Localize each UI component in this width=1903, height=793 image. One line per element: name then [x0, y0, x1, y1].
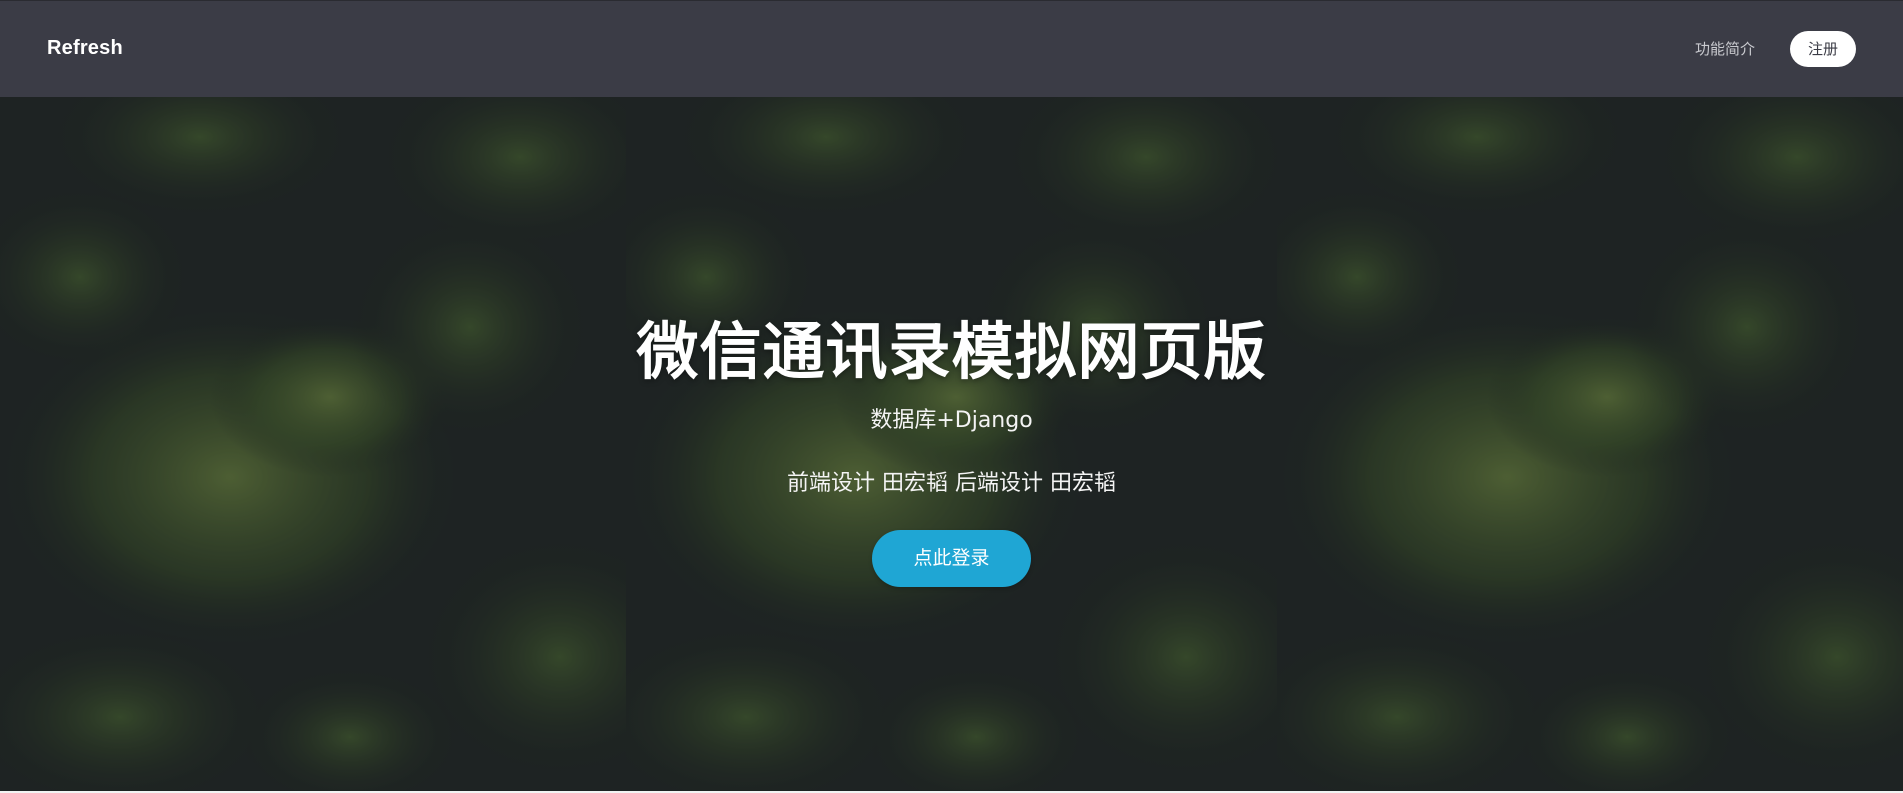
- page: Refresh 功能简介 注册 微信通讯录模拟网页版 数据库+Django 前端…: [0, 0, 1903, 793]
- brand-logo[interactable]: Refresh: [47, 37, 123, 60]
- signup-button[interactable]: 注册: [1790, 31, 1856, 67]
- nav-link-features[interactable]: 功能简介: [1695, 38, 1755, 59]
- login-button[interactable]: 点此登录: [872, 530, 1031, 587]
- hero-subtitle: 数据库+Django: [870, 408, 1033, 433]
- navbar: Refresh 功能简介 注册: [0, 0, 1903, 97]
- hero-section: 微信通讯录模拟网页版 数据库+Django 前端设计 田宏韬 后端设计 田宏韬 …: [0, 97, 1903, 793]
- hero-credits: 前端设计 田宏韬 后端设计 田宏韬: [787, 471, 1116, 496]
- hero-title: 微信通讯录模拟网页版: [636, 315, 1267, 388]
- hero-dark-overlay: [0, 97, 1903, 793]
